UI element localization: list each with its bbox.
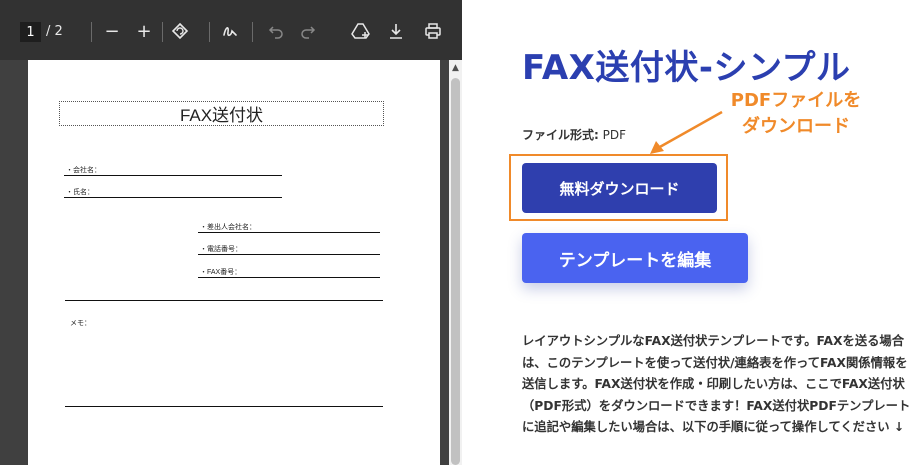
toolbar-divider — [252, 22, 253, 42]
edit-template-button[interactable]: テンプレートを編集 — [522, 233, 748, 283]
zoom-out-button[interactable]: − — [104, 20, 120, 42]
add-to-drive-icon[interactable] — [350, 20, 372, 42]
field-company: ・会社名： — [66, 167, 101, 174]
download-icon[interactable] — [386, 20, 406, 42]
scrollbar-thumb[interactable] — [451, 78, 460, 465]
document-title: FAX送付状 — [59, 101, 384, 126]
page-title: FAX送付状-シンプル — [522, 48, 851, 88]
field-name: ・氏名： — [66, 189, 94, 196]
scroll-up-icon[interactable]: ▲ — [449, 60, 462, 76]
print-icon[interactable] — [422, 20, 444, 42]
toolbar-divider — [162, 22, 163, 42]
field-line — [64, 197, 282, 198]
file-format-label: ファイル形式: — [522, 128, 599, 142]
field-line — [198, 254, 380, 255]
redo-icon[interactable] — [298, 20, 318, 42]
file-format: ファイル形式: PDF — [522, 126, 626, 143]
download-annotation: PDFファイルを ダウンロード — [716, 88, 876, 140]
page-number-input[interactable]: 1 — [20, 22, 41, 42]
rotate-icon[interactable] — [170, 20, 190, 42]
undo-icon[interactable] — [266, 20, 286, 42]
field-memo: メモ： — [70, 320, 91, 327]
section-divider — [65, 406, 383, 407]
field-sender-company: ・差出人会社名： — [200, 224, 256, 231]
template-description: レイアウトシンプルなFAX送付状テンプレートです。FAXを送る場合は、このテンプ… — [522, 334, 911, 435]
field-fax: ・FAX番号： — [200, 269, 242, 276]
zoom-in-button[interactable]: + — [136, 20, 152, 42]
pdf-page: FAX送付状 ・会社名： ・氏名： ・差出人会社名： ・電話番号： ・FAX番号… — [28, 60, 440, 465]
toolbar-divider — [209, 22, 210, 42]
pdf-viewer: 1 / 2 − + FAX送付状 ・会社名： ・氏名： ・差出人会社名： ・電話… — [0, 0, 462, 465]
free-download-button[interactable]: 無料ダウンロード — [522, 163, 717, 213]
field-phone: ・電話番号： — [200, 246, 242, 253]
annotation-line-1: PDFファイルを — [730, 90, 862, 111]
file-format-value: PDF — [602, 128, 627, 142]
annotation-line-2: ダウンロード — [742, 116, 850, 137]
toolbar-divider — [91, 22, 92, 42]
section-divider — [65, 300, 383, 301]
field-line — [198, 277, 380, 278]
page-total: / 2 — [46, 24, 63, 39]
annotation-arrow-icon — [650, 110, 723, 154]
draw-icon[interactable] — [220, 20, 240, 42]
pdf-toolbar: 1 / 2 − + — [0, 0, 462, 60]
field-line — [64, 175, 282, 176]
field-line — [198, 232, 380, 233]
